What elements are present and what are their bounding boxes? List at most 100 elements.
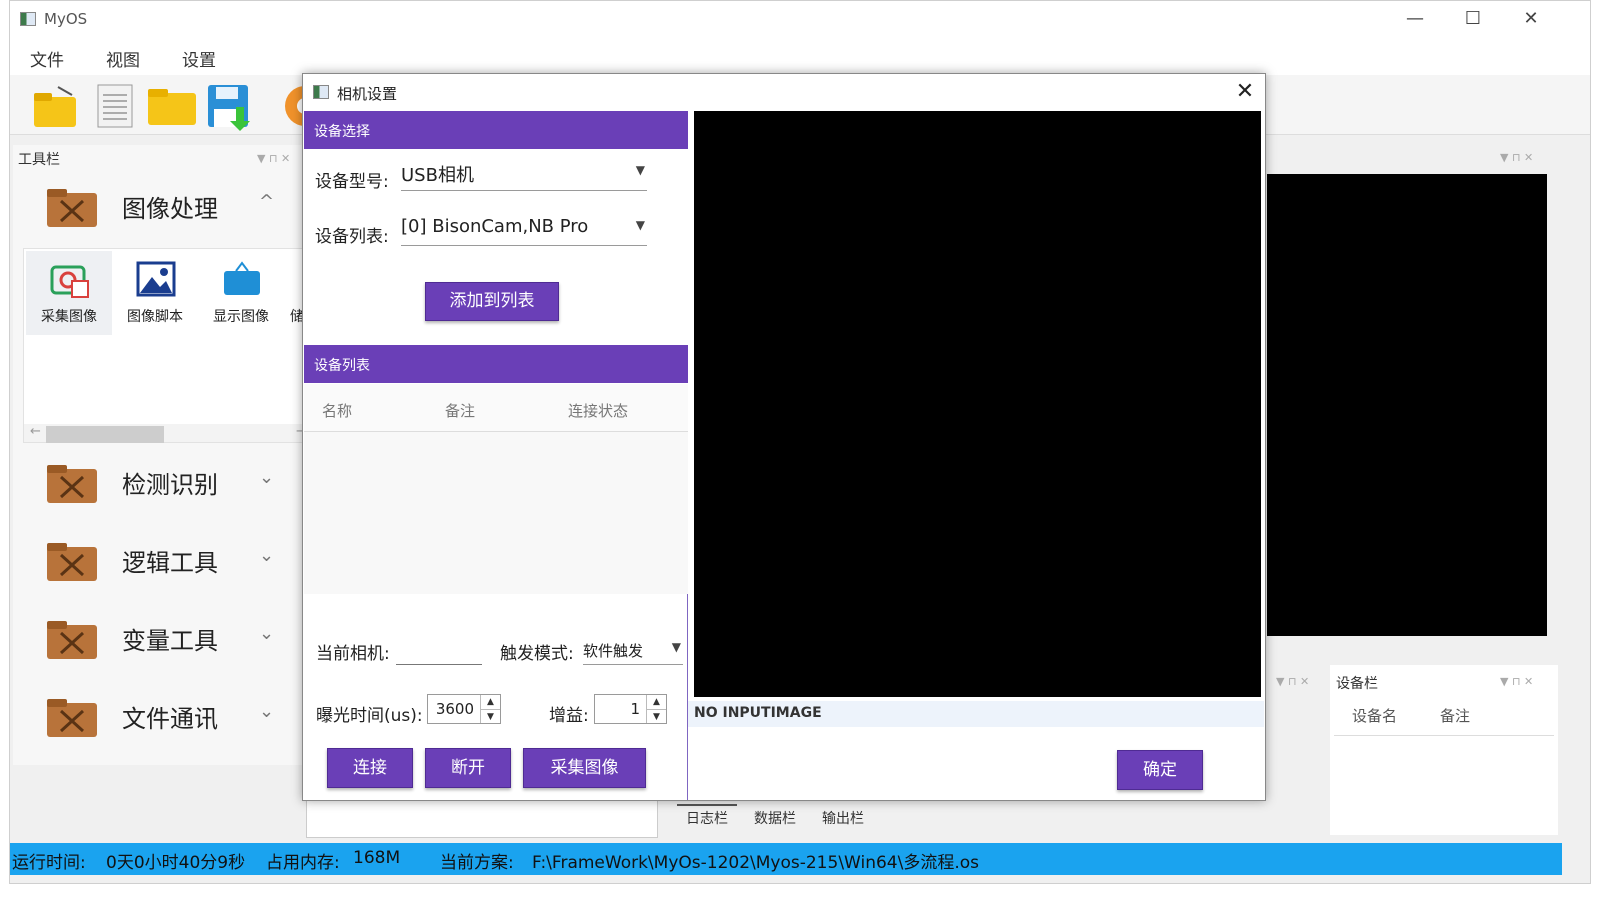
device-list-value: [0] BisonCam,NB Pro [401,216,589,237]
ok-button[interactable]: 确定 [1117,750,1203,790]
dock-menu-icon[interactable]: ▼ ⊓ ✕ [257,152,290,165]
tool-item-show-image[interactable]: 显示图像 [198,251,284,335]
device-list-label: 设备列表: [315,227,389,247]
spin-down-icon[interactable]: ▼ [481,709,500,723]
chevron-down-icon[interactable]: ⌄ [259,545,274,566]
col-note[interactable]: 备注 [445,400,475,421]
maximize-button[interactable]: ☐ [1450,5,1496,33]
exposure-spinbox[interactable]: 3600 ▲ ▼ [427,694,501,724]
section-header-label: 设备列表 [314,358,370,374]
scroll-thumb[interactable] [46,426,164,443]
app-icon [20,12,36,26]
current-camera-label: 当前相机: [316,644,390,664]
minimize-button[interactable]: — [1392,5,1438,33]
category-logic-tools[interactable]: 逻辑工具 ⌄ [17,523,307,601]
tool-item-capture-image[interactable]: 采集图像 [26,251,112,335]
preview-status-text: NO INPUTIMAGE [694,705,822,721]
gain-value: 1 [630,700,640,718]
device-model-select[interactable]: USB相机 ▼ [401,157,647,191]
spin-buttons: ▲ ▼ [646,695,666,723]
category-label: 文件通讯 [122,705,218,733]
col-connection-status[interactable]: 连接状态 [568,400,628,421]
status-bar: 运行时间: 0天0小时40分9秒 占用内存: 168M 当前方案: F:\Fra… [10,843,1562,875]
save-icon[interactable] [206,83,252,131]
menu-view[interactable]: 视图 [106,46,140,71]
tab-data[interactable]: 数据栏 [754,808,796,828]
menu-file[interactable]: 文件 [30,46,64,71]
tool-item-label: 图像脚本 [127,309,183,325]
horizontal-scrollbar[interactable]: ← → [24,424,310,443]
dialog-app-icon [313,85,329,99]
window-title: MyOS [44,10,88,28]
camera-icon[interactable] [282,83,302,129]
toolbox-folder-icon [47,699,97,737]
tab-output[interactable]: 输出栏 [822,808,864,828]
chevron-down-icon[interactable]: ⌄ [259,467,274,488]
spin-buttons: ▲ ▼ [480,695,500,723]
solution-path: F:\FrameWork\MyOs-1202\Myos-215\Win64\多流… [532,853,979,873]
category-detection[interactable]: 检测识别 ⌄ [17,445,307,523]
title-bar: MyOS — ☐ ✕ [10,1,1590,39]
trigger-mode-select[interactable]: 软件触发 ▼ [583,634,683,665]
preview-status-bar: NO INPUTIMAGE [688,701,1264,727]
log-output-area [306,800,658,838]
dock-menu-icon[interactable]: ▼ ⊓ ✕ [1276,675,1309,688]
device-list-select[interactable]: [0] BisonCam,NB Pro ▼ [401,212,647,246]
close-button[interactable]: ✕ [1508,5,1554,33]
memory-label: 占用内存: [266,853,340,873]
scroll-left-icon[interactable]: ← [30,424,41,439]
dialog-close-button[interactable]: ✕ [1227,78,1263,106]
device-col-note: 备注 [1440,707,1471,725]
middle-dock: ▼ ⊓ ✕ [1256,665,1330,835]
device-list-header: 设备列表 [304,345,688,383]
folder-icon[interactable] [148,83,196,129]
add-to-list-button[interactable]: 添加到列表 [425,282,559,321]
connect-button[interactable]: 连接 [327,748,413,788]
device-dock: 设备栏 ▼ ⊓ ✕ 设备名 备注 [1330,665,1558,835]
device-table-body[interactable] [304,432,688,594]
toolbox-folder-icon [47,189,97,227]
chevron-down-icon: ▼ [671,640,681,654]
device-table-header: 名称 备注 连接状态 [304,384,688,432]
runtime-value: 0天0小时40分9秒 [106,853,246,873]
dock-menu-icon[interactable]: ▼ ⊓ ✕ [1500,151,1533,164]
col-name[interactable]: 名称 [322,400,352,421]
chevron-down-icon[interactable]: ⌄ [259,623,274,644]
open-folder-icon[interactable] [32,83,78,129]
menu-bar: 文件 视图 设置 [10,39,1590,75]
solution-label: 当前方案: [440,853,514,873]
spin-down-icon[interactable]: ▼ [647,709,666,723]
device-model-value: USB相机 [401,165,474,186]
category-image-processing[interactable]: 图像处理 ^ [17,169,307,247]
chevron-down-icon: ▼ [635,218,645,232]
gain-spinbox[interactable]: 1 ▲ ▼ [594,694,667,724]
capture-image-button[interactable]: 采集图像 [523,748,646,788]
image-display-canvas [1267,174,1547,636]
show-sign-icon [224,261,260,295]
tool-item-label: 采集图像 [41,309,97,325]
category-file-comm[interactable]: 文件通讯 ⌄ [17,679,307,757]
camera-preview-canvas [694,111,1261,697]
category-label: 图像处理 [122,195,218,223]
spin-up-icon[interactable]: ▲ [481,695,500,709]
tab-log[interactable]: 日志栏 [686,808,728,828]
category-variable-tools[interactable]: 变量工具 ⌄ [17,601,307,679]
section-header-label: 设备选择 [314,124,370,140]
active-tab-indicator [677,804,737,806]
category-label: 逻辑工具 [122,549,218,577]
tool-item-image-script[interactable]: 图像脚本 [112,251,198,335]
tool-dock: 工具栏 ▼ ⊓ ✕ 图像处理 ^ 采集图像 图像脚本 显示图像 储 ← 检测识别… [13,145,311,765]
spin-up-icon[interactable]: ▲ [647,695,666,709]
current-camera-input[interactable] [396,634,482,665]
disconnect-button[interactable]: 断开 [425,748,511,788]
device-select-header: 设备选择 [304,111,688,149]
gain-label: 增益: [549,706,589,726]
chevron-down-icon[interactable]: ⌄ [259,701,274,722]
document-icon[interactable] [92,83,138,129]
dialog-title: 相机设置 [337,85,398,103]
memory-value: 168M [353,848,401,868]
trigger-mode-value: 软件触发 [583,642,644,660]
dock-menu-icon[interactable]: ▼ ⊓ ✕ [1500,675,1533,688]
menu-settings[interactable]: 设置 [182,46,216,71]
chevron-up-icon[interactable]: ^ [259,191,274,212]
